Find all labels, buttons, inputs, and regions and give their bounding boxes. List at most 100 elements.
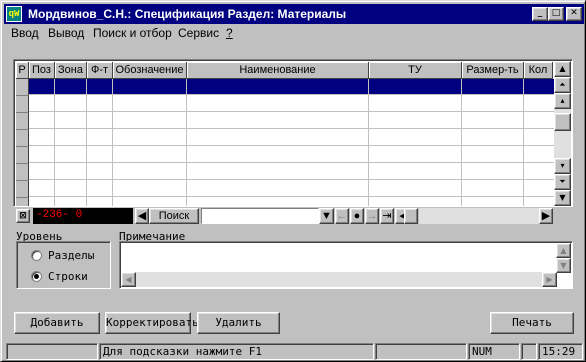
col-header-r[interactable]: Р	[16, 62, 29, 79]
window-title: Мордвинов_С.Н.: Спецификация Раздел: Мат…	[28, 7, 347, 21]
row-header-cell[interactable]	[16, 181, 29, 198]
title-bar[interactable]: qW Мордвинов_С.Н.: Спецификация Раздел: …	[4, 4, 584, 24]
col-header-poz[interactable]: Поз	[29, 62, 55, 79]
scroll-thumb[interactable]	[554, 113, 571, 131]
triangle-up-icon: ▲	[560, 246, 567, 255]
mark-button[interactable]: ●	[350, 208, 364, 224]
col-header-kol[interactable]: Кол	[524, 62, 553, 79]
radio-razdely[interactable]	[31, 250, 42, 261]
status-panel-empty	[6, 343, 98, 360]
note-scroll-down[interactable]: ▼	[556, 258, 571, 273]
col-header-oboznachenie[interactable]: Обозначение	[113, 62, 187, 79]
minimize-button[interactable]: _	[532, 7, 548, 21]
double-up-icon: ⏶	[559, 80, 566, 89]
maximize-icon: □	[551, 8, 561, 18]
grid-line	[461, 79, 462, 206]
radio-stroki[interactable]	[31, 271, 42, 282]
record-counter: -236- 0	[33, 208, 133, 224]
level-group: Разделы Строки	[16, 241, 111, 289]
col-header-tu[interactable]: ТУ	[369, 62, 462, 79]
row-header-cell[interactable]	[16, 198, 29, 206]
search-button[interactable]: Поиск	[149, 208, 199, 224]
double-down-icon: ⏷	[559, 177, 566, 186]
grid-line	[186, 79, 187, 206]
col-header-razmernost[interactable]: Размер-ть	[462, 62, 524, 79]
col-header-naimenovanie[interactable]: Наименование	[187, 62, 369, 79]
grid-vertical-scrollbar[interactable]: ▲ ⏶ ▴ ▾ ⏷ ▼	[554, 61, 571, 206]
col-header-format[interactable]: Ф-т	[87, 62, 113, 79]
table-row[interactable]	[16, 96, 555, 112]
page-down-button[interactable]: ⏷	[554, 174, 571, 190]
hscroll-right-button[interactable]: ▶	[539, 208, 553, 224]
search-dropdown-button[interactable]: ▼	[319, 208, 334, 224]
maximize-button[interactable]: □	[548, 7, 564, 21]
menu-search[interactable]: Поиск и отбор	[93, 26, 172, 40]
hscroll-thumb[interactable]	[404, 208, 418, 224]
row-header-cell[interactable]	[16, 79, 29, 96]
app-icon[interactable]: qW	[6, 6, 22, 22]
edit-button[interactable]: Корректировать	[105, 312, 199, 334]
end-button[interactable]: ⇥	[380, 208, 394, 224]
menu-vvod[interactable]: Ввод	[11, 26, 39, 40]
triangle-left-icon: ◀	[137, 210, 147, 222]
menu-help[interactable]: ?	[226, 26, 233, 40]
table-row[interactable]	[16, 79, 555, 95]
back-button[interactable]: ←	[335, 208, 349, 224]
menu-vyvod[interactable]: Вывод	[48, 26, 84, 40]
grid-line	[523, 79, 524, 206]
radio-stroki-label[interactable]: Строки	[48, 270, 88, 283]
triangle-right-icon: ▶	[546, 275, 553, 284]
scroll-up-button[interactable]: ▲	[554, 61, 571, 77]
table-row[interactable]	[16, 181, 555, 197]
note-scroll-up[interactable]: ▲	[556, 243, 571, 258]
row-header-cell[interactable]	[16, 96, 29, 113]
triangle-right-icon: ▶	[541, 210, 551, 222]
forward-button[interactable]: →	[365, 208, 379, 224]
radio-razdely-label[interactable]: Разделы	[48, 249, 94, 262]
table-row[interactable]	[16, 164, 555, 180]
status-clock: 15:29	[538, 343, 583, 360]
scroll-down-button[interactable]: ▼	[554, 190, 571, 206]
triangle-down-icon: ▼	[559, 193, 566, 202]
row-header-cell[interactable]	[16, 113, 29, 130]
note-vertical-scrollbar[interactable]: ▲ ▼	[556, 243, 571, 273]
delete-button[interactable]: Удалить	[197, 312, 280, 334]
row-header-cell[interactable]	[16, 164, 29, 181]
minimize-icon: _	[537, 8, 543, 18]
spec-grid[interactable]: Р Поз Зона Ф-т Обозначение Наименование …	[13, 59, 573, 207]
close-grid-button[interactable]: ⊠	[16, 209, 30, 223]
arrow-right-icon: →	[366, 210, 378, 222]
note-textarea[interactable]: ▲ ▼ ◀ ▶	[119, 241, 573, 289]
print-button[interactable]: Печать	[490, 312, 574, 334]
note-scroll-left[interactable]: ◀	[121, 272, 136, 287]
status-num: NUM	[468, 343, 520, 360]
row-header-cell[interactable]	[16, 147, 29, 164]
note-horizontal-scrollbar[interactable]: ◀ ▶	[121, 272, 557, 287]
page-up-button[interactable]: ⏶	[554, 77, 571, 93]
status-hint: Для подсказки нажмите F1	[99, 343, 374, 360]
line-down-button[interactable]: ▾	[554, 158, 571, 174]
status-panel-empty	[375, 343, 467, 360]
chevron-down-icon: ▾	[560, 161, 565, 170]
arrow-left-icon: ←	[336, 210, 348, 222]
grid-line	[368, 79, 369, 206]
add-button[interactable]: Добавить	[14, 312, 100, 334]
close-button[interactable]: ✕	[566, 7, 582, 21]
row-header-cell[interactable]	[16, 130, 29, 147]
main-window: qW Мордвинов_С.Н.: Спецификация Раздел: …	[0, 0, 586, 362]
search-input[interactable]	[201, 208, 319, 224]
menu-service[interactable]: Сервис	[178, 26, 219, 40]
table-row[interactable]	[16, 113, 555, 129]
table-row[interactable]	[16, 147, 555, 163]
status-bar: Для подсказки нажмите F1 NUM 15:29	[4, 342, 584, 361]
prev-record-button[interactable]: ◀	[135, 208, 149, 224]
horizontal-scrollbar-track[interactable]	[419, 208, 553, 224]
close-box-icon: ⊠	[19, 211, 27, 221]
col-header-zona[interactable]: Зона	[55, 62, 87, 79]
dropdown-arrow-icon: ▼	[321, 210, 332, 222]
navigation-bar: ⊠ -236- 0 ◀ Поиск ▼ ← ● → ⇥ ◂ ▶	[13, 207, 573, 225]
line-up-button[interactable]: ▴	[554, 93, 571, 109]
close-icon: ✕	[570, 8, 578, 18]
table-row[interactable]	[16, 130, 555, 146]
note-scroll-right[interactable]: ▶	[542, 272, 557, 287]
